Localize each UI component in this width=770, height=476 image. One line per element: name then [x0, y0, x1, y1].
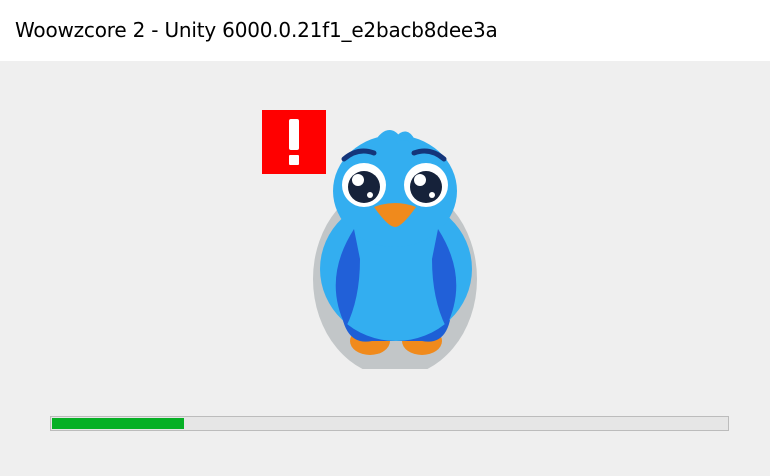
splash-content [0, 61, 770, 476]
window-title: Woowzcore 2 - Unity 6000.0.21f1_e2bacb8d… [15, 18, 498, 42]
splash-window: Woowzcore 2 - Unity 6000.0.21f1_e2bacb8d… [0, 0, 770, 476]
loading-progress-fill [52, 418, 184, 429]
title-bar[interactable]: Woowzcore 2 - Unity 6000.0.21f1_e2bacb8d… [0, 0, 770, 61]
exclamation-alert-icon [262, 110, 326, 174]
loading-progress-bar [50, 416, 729, 431]
